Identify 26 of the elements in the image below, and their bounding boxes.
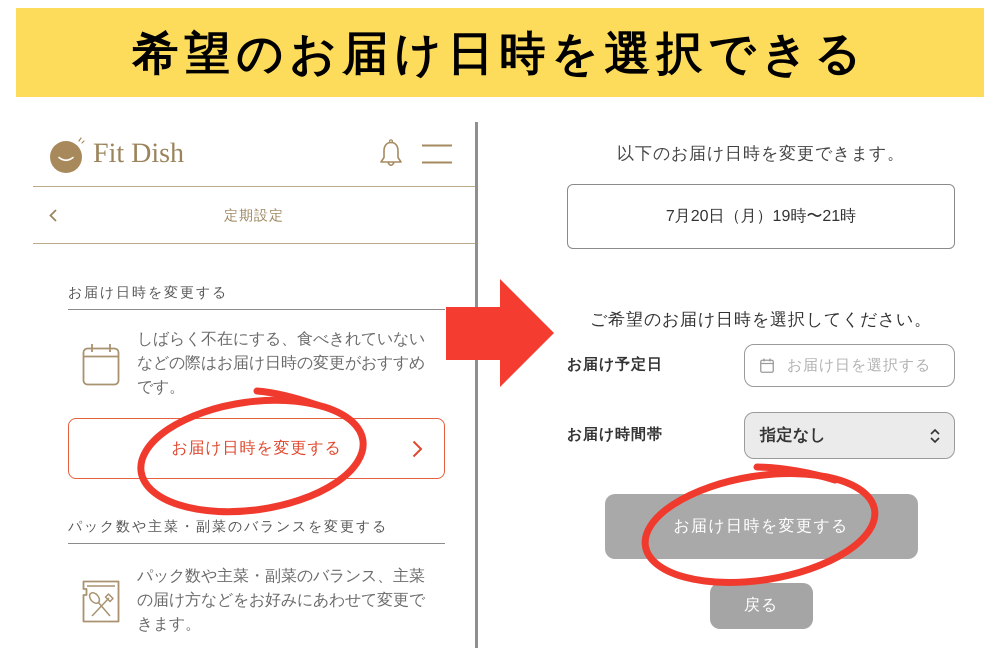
logo-text: Fit Dish bbox=[93, 140, 184, 168]
right-arrow-icon bbox=[446, 279, 555, 388]
back-button[interactable]: 戻る bbox=[710, 583, 812, 629]
cutlery-card-icon bbox=[82, 580, 120, 622]
field-label: お届け予定日 bbox=[567, 355, 664, 376]
section-heading: パック数や主菜・副菜のバランスを変更する bbox=[68, 517, 389, 536]
page-title: 定期設定 bbox=[223, 206, 285, 224]
prompt-text: ご希望のお届け日時を選択してください。 bbox=[589, 309, 933, 331]
menu-icon[interactable] bbox=[422, 144, 452, 164]
calendar-icon bbox=[760, 358, 774, 373]
intro-text: 以下のお届け日時を変更できます。 bbox=[616, 143, 906, 165]
smiley-logo-icon bbox=[50, 136, 85, 172]
section-heading: お届け日時を変更する bbox=[68, 283, 229, 302]
change-delivery-button[interactable]: お届け日時を変更する bbox=[604, 494, 918, 559]
section-description: パック数や主菜・副菜のバランス、主菜の届け方などをお好みにあわせて変更できます。 bbox=[137, 566, 426, 635]
time-slot-select[interactable]: 指定なし bbox=[744, 412, 955, 459]
back-chevron-icon[interactable] bbox=[49, 208, 57, 222]
chevron-right-icon bbox=[412, 440, 423, 458]
calendar-icon bbox=[82, 342, 120, 386]
date-input-field[interactable]: お届け日を選択する bbox=[744, 344, 955, 387]
section-description: しばらく不在にする、食べきれていないなどの際はお届け日時の変更がおすすめです。 bbox=[137, 330, 426, 398]
current-delivery-slot: 7月20日（月）19時〜21時 bbox=[567, 184, 955, 249]
change-delivery-button[interactable]: お届け日時を変更する bbox=[68, 418, 445, 479]
field-label: お届け時間帯 bbox=[567, 425, 664, 446]
up-down-chevron-icon bbox=[930, 428, 940, 442]
bell-icon[interactable] bbox=[379, 139, 403, 169]
